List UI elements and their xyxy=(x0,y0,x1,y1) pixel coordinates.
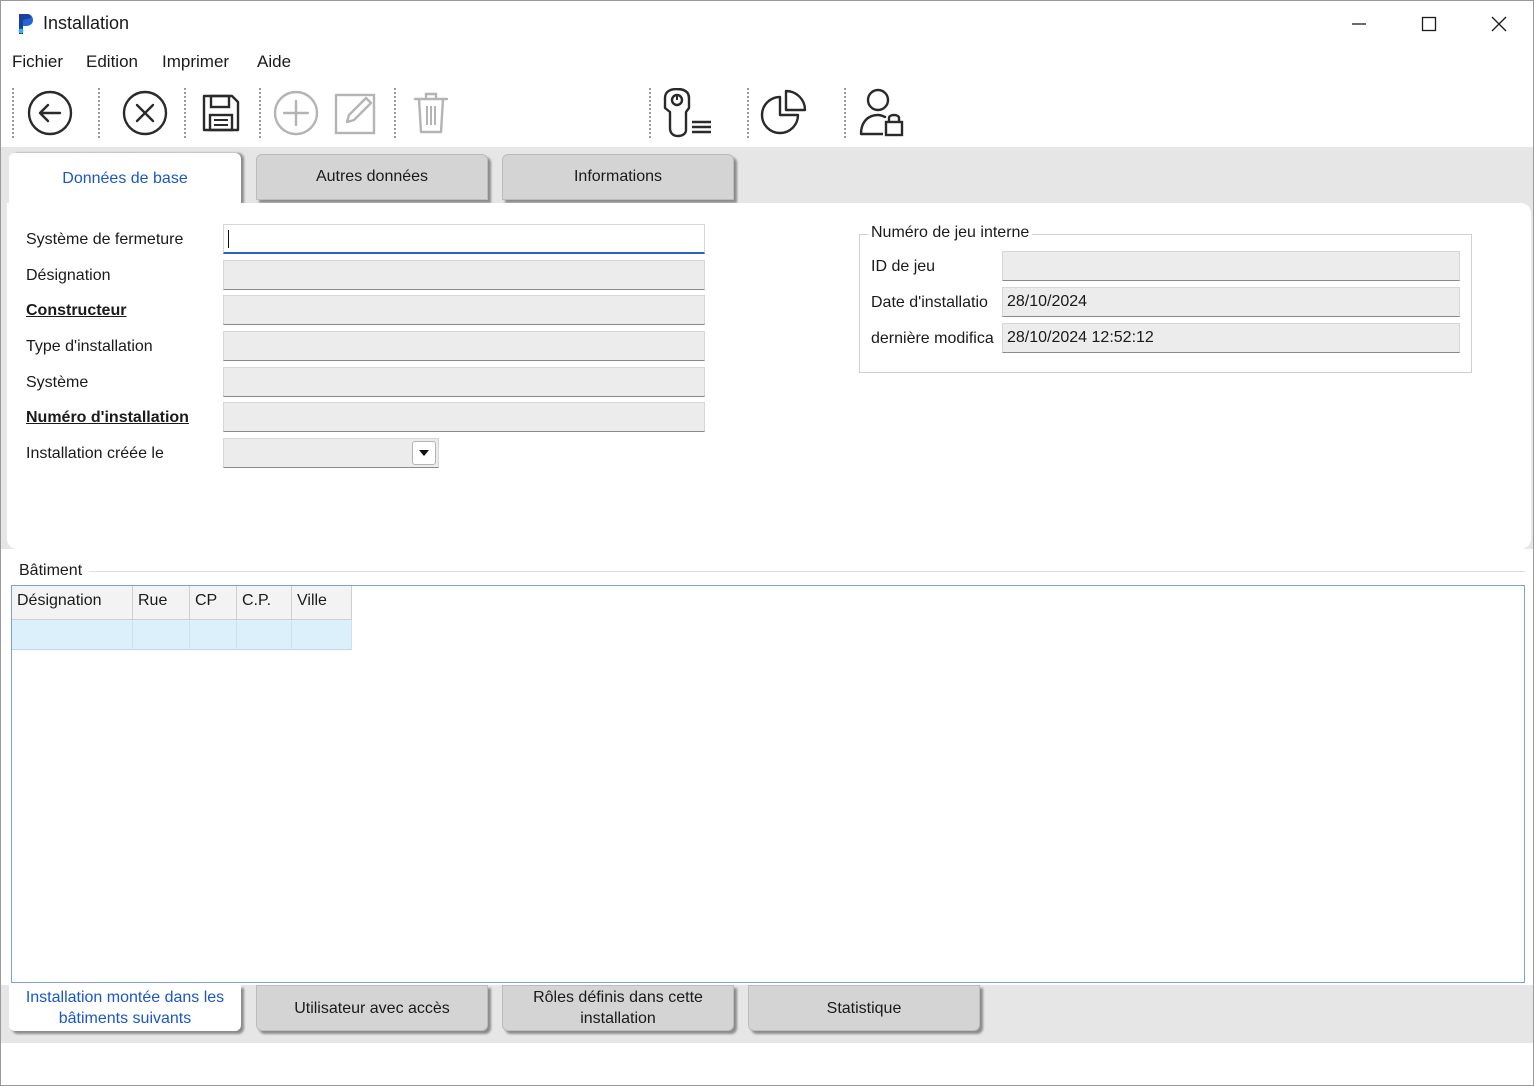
back-button[interactable] xyxy=(22,86,78,140)
derniere-modification-field[interactable]: 28/10/2024 12:52:12 xyxy=(1002,323,1460,353)
label-systeme-fermeture: Système de fermeture xyxy=(26,231,184,248)
systeme-fermeture-field[interactable] xyxy=(223,224,705,254)
toolbar-separator xyxy=(394,88,396,138)
table-cell[interactable] xyxy=(237,620,292,650)
tab-roles[interactable]: Rôles définis dans cette installation xyxy=(502,985,734,1031)
toolbar-separator xyxy=(98,88,100,138)
column-header-cp[interactable]: CP xyxy=(190,586,237,620)
toolbar-separator xyxy=(747,88,749,138)
tab-autres-donnees[interactable]: Autres données xyxy=(256,154,488,200)
tab-batiments[interactable]: Installation montée dans les bâtiments s… xyxy=(9,985,241,1031)
tab-batiments-line1: Installation montée dans les xyxy=(25,989,225,1006)
bottom-tab-strip: Installation montée dans les bâtiments s… xyxy=(1,985,1533,1043)
back-arrow-icon xyxy=(27,90,73,136)
tab-informations[interactable]: Informations xyxy=(502,154,734,200)
maximize-button[interactable] xyxy=(1394,1,1464,47)
table-cell[interactable] xyxy=(133,620,190,650)
id-jeu-field[interactable] xyxy=(1002,251,1460,281)
date-installation-value: 28/10/2024 xyxy=(1007,293,1088,310)
table-cell[interactable] xyxy=(190,620,237,650)
user-lock-icon xyxy=(859,88,904,137)
menu-fichier[interactable]: Fichier xyxy=(12,52,63,72)
menu-bar: Fichier Edition Imprimer Aide xyxy=(1,47,1533,78)
cancel-button[interactable] xyxy=(117,86,173,140)
grid-header: Désignation Rue CP C.P. Ville xyxy=(12,586,352,620)
label-designation: Désignation xyxy=(26,267,111,284)
column-header-rue[interactable]: Rue xyxy=(133,586,190,620)
delete-button[interactable] xyxy=(403,86,459,140)
statistics-button[interactable] xyxy=(756,86,812,140)
group-title: Numéro de jeu interne xyxy=(868,224,1033,242)
label-installation-creee: Installation créée le xyxy=(26,445,164,462)
label-systeme: Système xyxy=(26,374,89,391)
toolbar-separator xyxy=(649,88,651,138)
column-header-cp2[interactable]: C.P. xyxy=(237,586,292,620)
table-row[interactable] xyxy=(12,620,352,650)
close-button[interactable] xyxy=(1464,1,1533,47)
installation-window: Installation Fichier Edition Imprimer Ai… xyxy=(0,0,1534,1086)
add-button[interactable] xyxy=(268,86,324,140)
close-icon xyxy=(1491,16,1507,32)
tab-utilisateurs-label: Utilisateur avec accès xyxy=(294,999,450,1017)
tab-roles-line1: Rôles définis dans cette xyxy=(533,989,703,1006)
constructeur-field[interactable] xyxy=(223,295,705,325)
toolbar-separator xyxy=(259,88,261,138)
column-header-designation[interactable]: Désignation xyxy=(12,586,133,620)
batiment-title: Bâtiment xyxy=(19,562,83,579)
key-list-icon xyxy=(663,88,711,138)
save-button[interactable] xyxy=(193,86,249,140)
tab-batiments-line2: bâtiments suivants xyxy=(58,1010,192,1027)
label-date-installation: Date d'installatio xyxy=(871,294,988,311)
table-cell[interactable] xyxy=(292,620,352,650)
edit-button[interactable] xyxy=(328,86,384,140)
batiment-divider xyxy=(89,571,1525,572)
user-access-button[interactable] xyxy=(853,86,909,140)
tab-statistique[interactable]: Statistique xyxy=(748,985,980,1031)
text-caret xyxy=(228,230,229,248)
date-installation-field[interactable]: 28/10/2024 xyxy=(1002,287,1460,317)
table-cell[interactable] xyxy=(12,620,133,650)
installation-creee-date-picker[interactable] xyxy=(223,438,439,468)
chevron-down-icon xyxy=(419,450,429,456)
cancel-icon xyxy=(122,90,168,136)
add-icon xyxy=(273,90,319,136)
label-numero-installation[interactable]: Numéro d'installation xyxy=(26,409,189,427)
tab-roles-line2: installation xyxy=(580,1010,656,1027)
menu-imprimer[interactable]: Imprimer xyxy=(162,52,229,72)
save-icon xyxy=(202,94,240,132)
tab-donnees-de-base[interactable]: Données de base xyxy=(9,153,241,205)
toolbar-separator xyxy=(184,88,186,138)
maximize-icon xyxy=(1421,16,1437,32)
tab-utilisateurs[interactable]: Utilisateur avec accès xyxy=(256,985,488,1031)
toolbar xyxy=(1,78,1533,147)
column-header-ville[interactable]: Ville xyxy=(292,586,352,620)
minimize-icon xyxy=(1352,23,1366,25)
label-derniere-modification: dernière modifica xyxy=(871,330,994,347)
label-type-installation: Type d'installation xyxy=(26,338,153,355)
numero-installation-field[interactable] xyxy=(223,402,705,432)
menu-aide[interactable]: Aide xyxy=(257,52,291,72)
type-installation-field[interactable] xyxy=(223,331,705,361)
tab-statistique-label: Statistique xyxy=(826,999,902,1017)
base-data-panel: Système de fermeture Désignation Constru… xyxy=(7,203,1531,549)
toolbar-separator xyxy=(844,88,846,138)
menu-edition[interactable]: Edition xyxy=(86,52,138,72)
label-id-jeu: ID de jeu xyxy=(871,258,936,275)
derniere-modification-value: 28/10/2024 12:52:12 xyxy=(1007,329,1154,346)
batiment-grid[interactable]: Désignation Rue CP C.P. Ville xyxy=(11,585,1525,983)
pie-chart-icon xyxy=(760,89,807,135)
systeme-field[interactable] xyxy=(223,367,705,397)
designation-field[interactable] xyxy=(223,260,705,290)
key-list-button[interactable] xyxy=(658,86,714,140)
dropdown-button[interactable] xyxy=(412,441,436,465)
toolbar-separator xyxy=(12,88,14,138)
window-title: Installation xyxy=(43,13,130,33)
app-logo-icon xyxy=(18,14,33,34)
label-constructeur[interactable]: Constructeur xyxy=(26,302,126,320)
minimize-button[interactable] xyxy=(1324,1,1394,47)
title-bar: Installation xyxy=(1,1,1533,47)
delete-icon xyxy=(413,92,449,134)
edit-icon xyxy=(334,93,376,135)
main-tab-area: Données de base Autres données Informati… xyxy=(1,147,1533,549)
